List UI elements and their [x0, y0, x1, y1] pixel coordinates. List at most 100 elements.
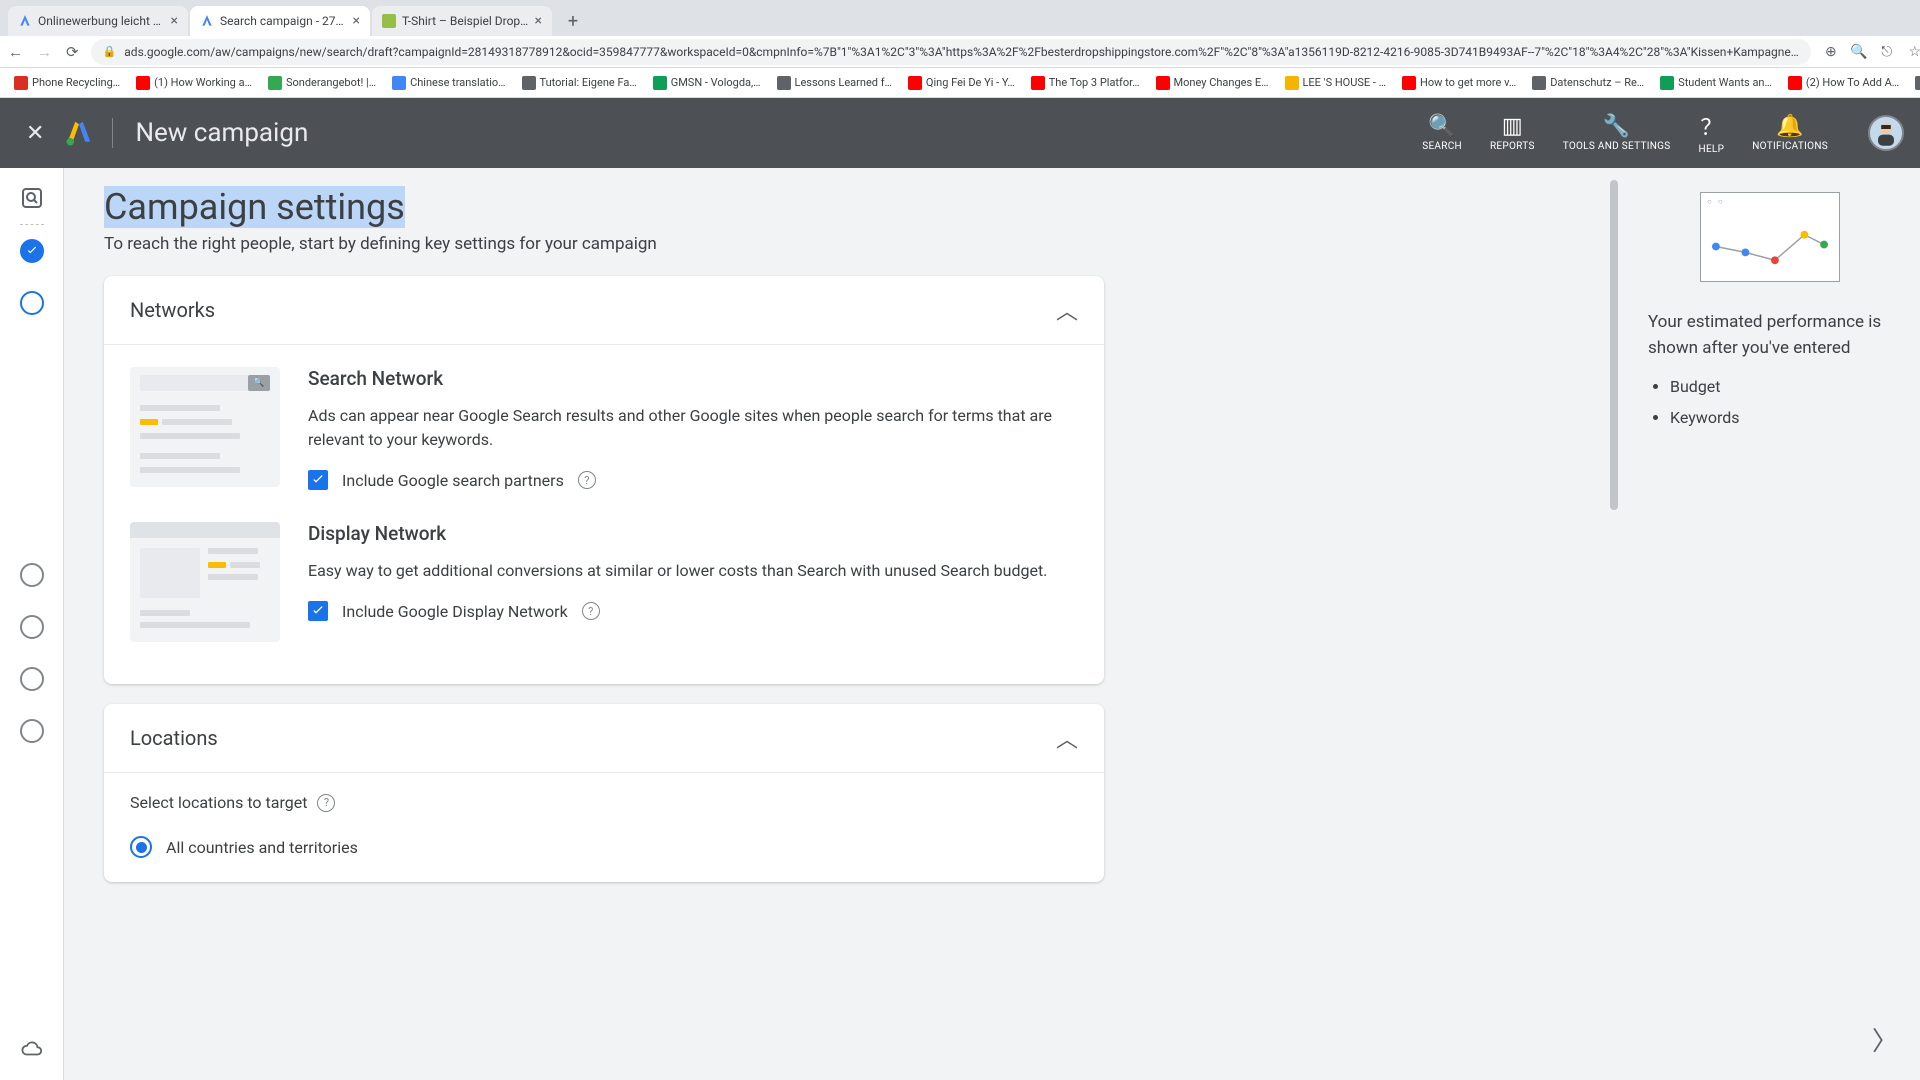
display-network-desc: Easy way to get additional conversions a… — [308, 559, 1047, 583]
chevron-up-icon: ︿ — [1056, 722, 1078, 754]
bookmark-item[interactable]: (2) How To Add A… — [1782, 74, 1905, 92]
forward-icon[interactable]: → — [37, 43, 52, 61]
new-tab-button[interactable]: + — [560, 8, 586, 34]
networks-card: Networks ︿ 🔍 — [104, 276, 1104, 684]
bookmark-item[interactable]: Datenschutz – Re… — [1526, 74, 1650, 92]
bookmark-favicon-icon — [1285, 76, 1299, 90]
bookmark-item[interactable]: The Top 3 Platfor… — [1025, 74, 1146, 92]
search-network-desc: Ads can appear near Google Search result… — [308, 404, 1078, 452]
action-label: NOTIFICATIONS — [1752, 141, 1828, 153]
tab-close-icon[interactable]: × — [171, 13, 178, 29]
search-button[interactable]: 🔍 SEARCH — [1422, 114, 1462, 153]
browser-tab[interactable]: T-Shirt – Beispiel Dropshippin × — [372, 6, 552, 36]
account-avatar[interactable] — [1868, 115, 1904, 151]
bookmark-label: (2) How To Add A… — [1806, 76, 1899, 89]
bookmark-favicon-icon — [1031, 76, 1045, 90]
bell-icon: 🔔 — [1776, 114, 1803, 139]
sidebar-bullet: Budget — [1670, 377, 1892, 396]
tab-close-icon[interactable]: × — [353, 13, 360, 29]
networks-header[interactable]: Networks ︿ — [104, 276, 1104, 344]
stepper-nav — [0, 168, 64, 1080]
tab-title: Search campaign - 279-560-1 — [220, 14, 347, 28]
close-button[interactable]: ✕ — [16, 111, 54, 156]
bookmark-item[interactable]: Sonderangebot! |… — [262, 74, 382, 92]
notifications-button[interactable]: 🔔 NOTIFICATIONS — [1752, 114, 1828, 153]
browser-tab-active[interactable]: Search campaign - 279-560-1 × — [190, 6, 370, 36]
main-layout: Campaign settings To reach the right peo… — [0, 168, 1920, 1080]
step-future[interactable] — [20, 615, 44, 639]
bookmark-item[interactable]: LEE 'S HOUSE - … — [1279, 74, 1393, 92]
zoom-icon[interactable]: 🔍 — [1851, 44, 1867, 60]
performance-sidebar: ○ ○ Your estimated performance is shown … — [1620, 168, 1920, 1080]
tab-close-icon[interactable]: × — [535, 13, 542, 29]
content-scroll[interactable]: Campaign settings To reach the right peo… — [64, 168, 1620, 1080]
search-network-thumb: 🔍 — [130, 367, 280, 487]
checkbox-label: Include Google Display Network — [342, 602, 568, 621]
help-icon[interactable]: ? — [317, 794, 335, 812]
ads-favicon-icon — [18, 14, 32, 28]
step-future[interactable] — [20, 667, 44, 691]
card-heading: Networks — [130, 298, 215, 322]
step-completed[interactable] — [20, 239, 44, 263]
cloud-icon[interactable] — [21, 1038, 43, 1060]
bookmark-label: The Top 3 Platfor… — [1049, 76, 1140, 89]
bookmark-item[interactable]: Download – Cooki… — [1909, 74, 1920, 92]
help-icon[interactable]: ? — [582, 602, 600, 620]
bookmark-favicon-icon — [1156, 76, 1170, 90]
reload-icon[interactable]: ⟳ — [66, 43, 79, 61]
share-icon[interactable]: ⎋ — [1879, 44, 1895, 60]
locations-header[interactable]: Locations ︿ — [104, 704, 1104, 772]
bookmark-favicon-icon — [1532, 76, 1546, 90]
back-icon[interactable]: ← — [8, 43, 23, 61]
bookmark-item[interactable]: Chinese translatio… — [386, 74, 511, 92]
bookmark-label: Tutorial: Eigene Fa… — [540, 76, 637, 89]
tab-title: Onlinewerbung leicht gemacht — [38, 14, 165, 28]
url-input[interactable]: 🔒 ads.google.com/aw/campaigns/new/search… — [91, 39, 1811, 65]
stepper-divider — [20, 224, 44, 225]
sidebar-text: Your estimated performance is shown afte… — [1648, 310, 1892, 361]
bookmarks-bar: Phone Recycling… (1) How Working a… Sond… — [0, 68, 1920, 98]
google-ads-logo-icon[interactable] — [64, 118, 94, 148]
step-future[interactable] — [20, 563, 44, 587]
reports-button[interactable]: ▥ REPORTS — [1490, 114, 1535, 153]
tools-settings-button[interactable]: 🔧 TOOLS AND SETTINGS — [1563, 114, 1671, 153]
location-radio-all[interactable] — [130, 836, 152, 858]
locations-subtitle: Select locations to target — [130, 793, 307, 812]
app-header: ✕ New campaign 🔍 SEARCH ▥ REPORTS 🔧 TOOL… — [0, 98, 1920, 168]
search-icon: 🔍 — [1428, 114, 1455, 139]
check-icon — [310, 603, 326, 619]
display-network-checkbox[interactable] — [308, 601, 328, 621]
bookmark-favicon-icon — [777, 76, 791, 90]
bookmark-favicon-icon — [1915, 76, 1920, 90]
avatar-icon — [1870, 116, 1902, 150]
translate-icon[interactable]: ⊕ — [1823, 44, 1839, 60]
help-icon[interactable]: ? — [578, 471, 596, 489]
browser-tab[interactable]: Onlinewerbung leicht gemacht × — [8, 6, 188, 36]
bookmark-label: GMSN - Vologda,… — [671, 76, 761, 89]
bookmark-item[interactable]: Tutorial: Eigene Fa… — [516, 74, 643, 92]
tab-title: T-Shirt – Beispiel Dropshippin — [402, 14, 529, 28]
scrollbar-thumb[interactable] — [1610, 180, 1618, 510]
bookmark-item[interactable]: GMSN - Vologda,… — [647, 74, 767, 92]
bookmark-item[interactable]: Money Changes E… — [1150, 74, 1275, 92]
chevron-up-icon: ︿ — [1056, 294, 1078, 326]
bookmark-favicon-icon — [1660, 76, 1674, 90]
bookmark-item[interactable]: Student Wants an… — [1654, 74, 1778, 92]
bookmark-item[interactable]: How to get more v… — [1396, 74, 1522, 92]
bookmark-item[interactable]: Phone Recycling… — [8, 74, 126, 92]
bookmark-item[interactable]: (1) How Working a… — [130, 74, 258, 92]
help-icon: ？ — [1700, 110, 1722, 142]
bookmark-label: LEE 'S HOUSE - … — [1303, 76, 1387, 89]
step-current[interactable] — [20, 291, 44, 315]
bookmark-favicon-icon — [1402, 76, 1416, 90]
star-icon[interactable]: ☆ — [1907, 44, 1920, 60]
next-arrow-button[interactable]: 〉 — [1872, 1021, 1898, 1058]
step-future[interactable] — [20, 719, 44, 743]
search-step-icon[interactable] — [20, 186, 44, 210]
search-partners-checkbox[interactable] — [308, 470, 328, 490]
bookmark-item[interactable]: Qing Fei De Yi - Y… — [902, 74, 1021, 92]
lock-icon: 🔒 — [103, 45, 117, 58]
help-button[interactable]: ？ HELP — [1699, 110, 1725, 156]
bookmark-item[interactable]: Lessons Learned f… — [771, 74, 898, 92]
bookmark-label: (1) How Working a… — [154, 76, 252, 89]
